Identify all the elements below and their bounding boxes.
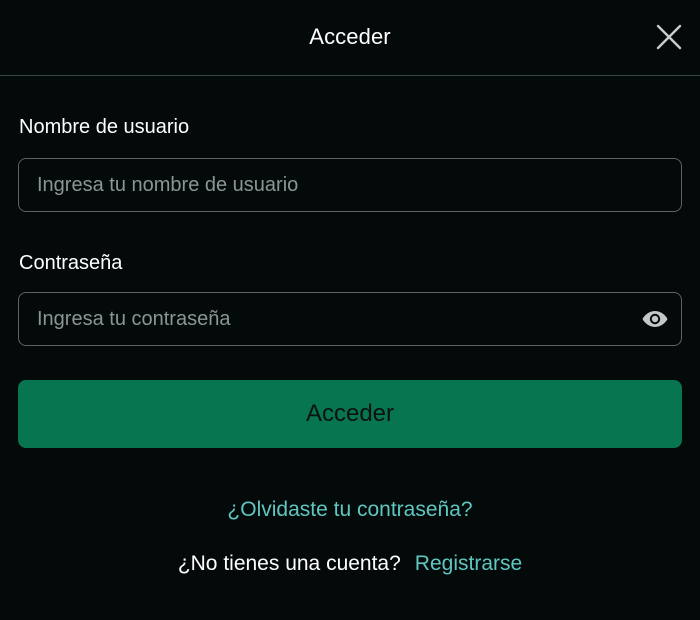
- username-field-wrapper: [18, 158, 682, 212]
- username-input[interactable]: [19, 159, 681, 211]
- username-label: Nombre de usuario: [19, 116, 190, 138]
- dialog-header: Acceder: [0, 0, 700, 76]
- password-field-wrapper: [18, 292, 682, 346]
- register-link[interactable]: Registrarse: [415, 552, 522, 575]
- close-icon: [656, 24, 682, 50]
- login-dialog: Acceder Nombre de usuario Contraseña A: [0, 0, 700, 620]
- close-button[interactable]: [654, 22, 684, 52]
- login-submit-button[interactable]: Acceder: [18, 380, 682, 448]
- dialog-title: Acceder: [309, 24, 391, 49]
- password-input[interactable]: [19, 293, 681, 345]
- eye-icon: [642, 311, 668, 327]
- password-label: Contraseña: [19, 252, 123, 274]
- register-question: ¿No tienes una cuenta?: [177, 552, 401, 575]
- forgot-password-link[interactable]: ¿Olvidaste tu contraseña?: [18, 498, 682, 522]
- show-password-toggle[interactable]: [641, 307, 669, 331]
- register-prompt: ¿No tienes una cuenta? Registrarse: [18, 552, 682, 576]
